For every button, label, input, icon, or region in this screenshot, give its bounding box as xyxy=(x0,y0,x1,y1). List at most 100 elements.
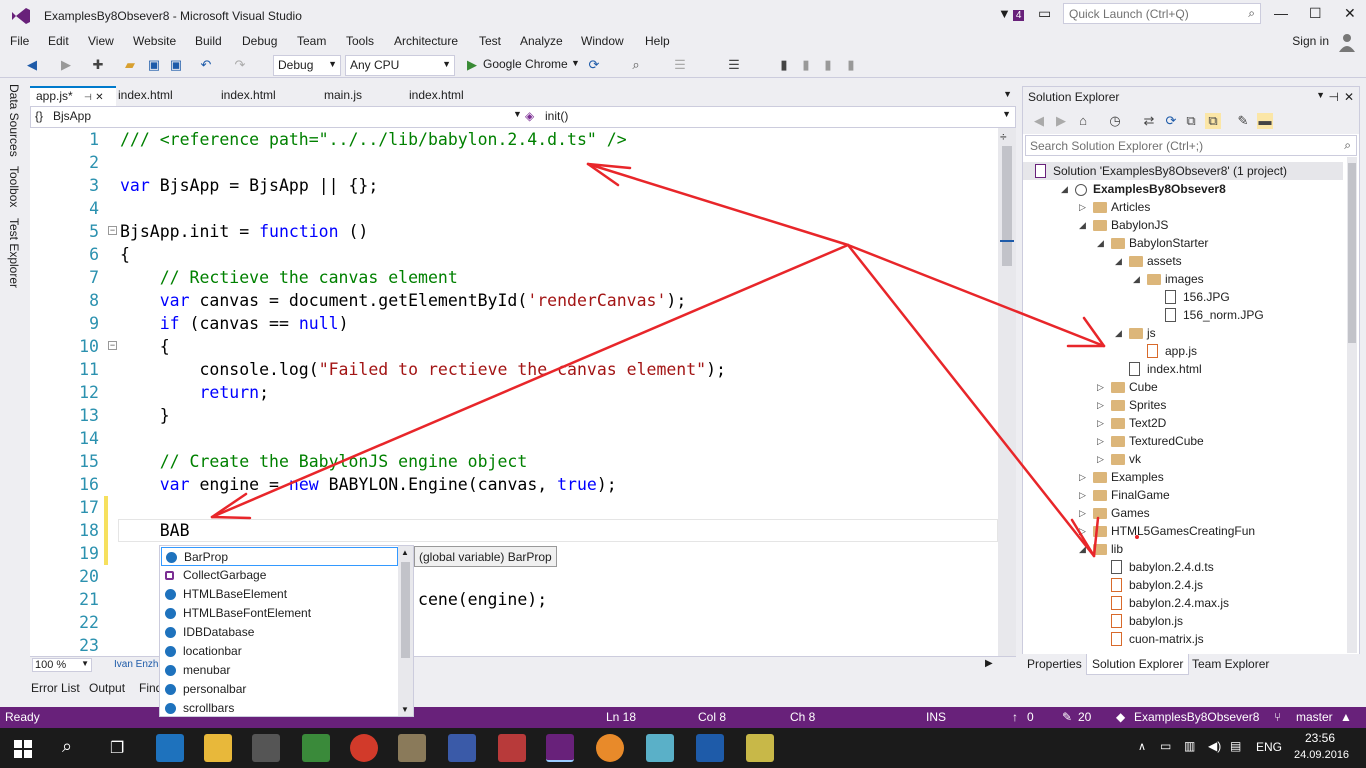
sign-in-link[interactable]: Sign in xyxy=(1292,34,1329,48)
tray-chevron-icon[interactable]: ∧ xyxy=(1138,740,1146,753)
menu-file[interactable]: File xyxy=(10,34,29,48)
tree-scrollbar[interactable] xyxy=(1347,157,1357,653)
tree-item[interactable]: ◢ lib xyxy=(1023,540,1343,558)
account-icon[interactable] xyxy=(1338,32,1356,52)
code-line[interactable]: // Rectieve the canvas element xyxy=(120,266,458,289)
network-icon[interactable]: ▥ xyxy=(1184,739,1195,753)
tree-item[interactable]: babylon.js xyxy=(1023,612,1343,630)
code-line[interactable]: BAB xyxy=(120,519,190,542)
collapsed-icon[interactable]: ▷ xyxy=(1097,450,1104,468)
home-icon[interactable]: ⌂ xyxy=(1075,113,1091,129)
scrollbar-thumb[interactable] xyxy=(1002,146,1012,266)
code-line[interactable]: // Create the BabylonJS engine object xyxy=(120,450,528,473)
configuration-select[interactable]: Debug ▼ xyxy=(273,55,341,76)
editor-scrollbar[interactable]: ÷ xyxy=(998,128,1016,656)
tree-item[interactable]: cuon-matrix.js xyxy=(1023,630,1343,648)
tree-item[interactable]: ◢ assets xyxy=(1023,252,1343,270)
menu-window[interactable]: Window xyxy=(581,34,624,48)
intellisense-item[interactable]: IDBDatabase xyxy=(161,623,398,642)
forward-icon[interactable]: ▶ xyxy=(58,57,74,73)
collapsed-icon[interactable]: ▷ xyxy=(1079,486,1086,504)
pin-icon[interactable]: ⊣ xyxy=(1329,90,1339,104)
tree-item[interactable]: ▷ Articles xyxy=(1023,198,1343,216)
menu-analyze[interactable]: Analyze xyxy=(520,34,563,48)
edge-icon[interactable] xyxy=(156,734,184,762)
tree-item[interactable]: ▷ TexturedCube xyxy=(1023,432,1343,450)
collapsed-icon[interactable]: ▷ xyxy=(1097,432,1104,450)
code-line[interactable]: var engine = new BABYLON.Engine(canvas, … xyxy=(120,473,617,496)
feedback-icon[interactable]: ▭ xyxy=(1038,5,1051,22)
clear-bookmarks-icon[interactable]: ▮ xyxy=(843,57,859,73)
tray-icon[interactable]: ▭ xyxy=(1160,739,1171,753)
intellisense-item[interactable]: scrollbars xyxy=(161,699,398,718)
collapsed-icon[interactable]: ▷ xyxy=(1097,414,1104,432)
menu-test[interactable]: Test xyxy=(479,34,501,48)
preview-icon[interactable]: ▬ xyxy=(1257,113,1273,129)
redo-icon[interactable]: ↷ xyxy=(232,57,248,73)
collapsed-icon[interactable]: ▷ xyxy=(1079,198,1086,216)
zoom-select[interactable]: 100 % ▼ xyxy=(32,658,92,672)
close-icon[interactable]: ✕ xyxy=(1344,90,1354,104)
tab-index-html[interactable]: index.html xyxy=(403,86,470,106)
code-line[interactable]: { xyxy=(120,335,170,358)
pin-icon[interactable]: ⊣ xyxy=(84,92,92,102)
collapsed-icon[interactable]: ▷ xyxy=(1097,378,1104,396)
branch-icon[interactable]: ⑂ xyxy=(1274,710,1281,724)
tree-item[interactable]: ▷ HTML5GamesCreatingFun xyxy=(1023,522,1343,540)
app-icon[interactable] xyxy=(646,734,674,762)
properties-icon[interactable]: ✎ xyxy=(1235,113,1251,129)
intellisense-item[interactable]: personalbar xyxy=(161,680,398,699)
windows-start-icon[interactable] xyxy=(14,740,32,758)
tree-item[interactable]: babylon.2.4.max.js xyxy=(1023,594,1343,612)
code-line[interactable]: if (canvas == null) xyxy=(120,312,349,335)
forward-icon[interactable]: ▶ xyxy=(1053,113,1069,129)
menu-view[interactable]: View xyxy=(88,34,114,48)
menu-team[interactable]: Team xyxy=(297,34,326,48)
app-icon[interactable] xyxy=(696,734,724,762)
blender-icon[interactable] xyxy=(596,734,624,762)
intellisense-item[interactable]: HTMLBaseElement xyxy=(161,585,398,604)
tree-item[interactable]: ▷ Sprites xyxy=(1023,396,1343,414)
chevron-down-icon[interactable]: ▼ xyxy=(1316,90,1325,100)
tree-item[interactable]: ▷ FinalGame xyxy=(1023,486,1343,504)
task-view-icon[interactable]: ❐ xyxy=(110,738,124,758)
chevron-down-icon[interactable]: ▼ xyxy=(571,58,580,68)
toolbox-tab[interactable]: Toolbox xyxy=(7,166,21,207)
tree-item[interactable]: ▷ Games xyxy=(1023,504,1343,522)
code-line[interactable]: /// <reference path="../../lib/babylon.2… xyxy=(120,128,627,151)
chrome-icon[interactable] xyxy=(350,734,378,762)
expanded-icon[interactable]: ◢ xyxy=(1115,252,1122,270)
app-icon[interactable] xyxy=(398,734,426,762)
scroll-right-icon[interactable]: ▶ xyxy=(985,658,993,669)
expanded-icon[interactable]: ◢ xyxy=(1061,180,1068,198)
tree-item[interactable]: 156.JPG xyxy=(1023,288,1343,306)
refresh-icon[interactable]: ⟳ xyxy=(1163,113,1179,129)
expanded-icon[interactable]: ◢ xyxy=(1115,324,1122,342)
back-icon[interactable]: ◀ xyxy=(1031,113,1047,129)
open-file-icon[interactable]: ▰ xyxy=(122,57,138,73)
menu-tools[interactable]: Tools xyxy=(346,34,374,48)
tree-item[interactable]: app.js xyxy=(1023,342,1343,360)
app-icon[interactable] xyxy=(498,734,526,762)
collapsed-icon[interactable]: ▷ xyxy=(1097,396,1104,414)
tree-item[interactable]: ▷ Cube xyxy=(1023,378,1343,396)
tab-index-html[interactable]: index.html xyxy=(112,86,179,106)
chevron-down-icon[interactable]: ▼ xyxy=(513,109,522,119)
code-line[interactable]: { xyxy=(120,243,130,266)
collapsed-icon[interactable]: ▷ xyxy=(1079,504,1086,522)
clock-date[interactable]: 24.09.2016 xyxy=(1294,749,1349,761)
scrollbar-thumb[interactable] xyxy=(401,562,410,658)
properties-tab[interactable]: Properties xyxy=(1022,654,1087,675)
scroll-down-icon[interactable]: ▼ xyxy=(401,705,409,714)
collapsed-icon[interactable]: ▷ xyxy=(1079,468,1086,486)
menu-website[interactable]: Website xyxy=(133,34,176,48)
branch-name[interactable]: master xyxy=(1296,710,1333,724)
tree-item[interactable]: 156_norm.JPG xyxy=(1023,306,1343,324)
prev-bookmark-icon[interactable]: ▮ xyxy=(798,57,814,73)
collapse-all-icon[interactable]: ⧉ xyxy=(1183,113,1199,129)
new-project-icon[interactable]: ✚ xyxy=(90,57,106,73)
scroll-up-icon[interactable]: ▲ xyxy=(401,548,409,557)
intellisense-item[interactable]: HTMLBaseFontElement xyxy=(161,604,398,623)
tab-main-js[interactable]: main.js xyxy=(318,86,368,106)
sync-icon[interactable]: ⇄ xyxy=(1141,113,1157,129)
